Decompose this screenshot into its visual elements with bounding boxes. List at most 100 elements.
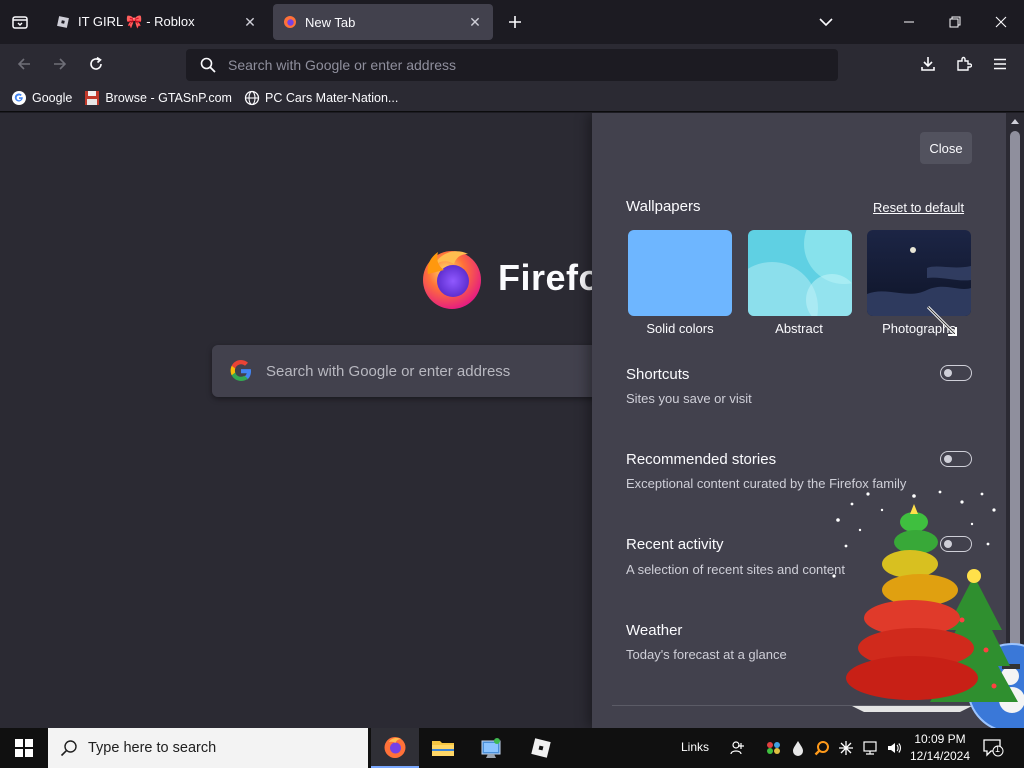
notification-count: 1 [995, 744, 1001, 754]
plus-icon [509, 16, 521, 28]
shortcuts-title: Shortcuts [626, 366, 690, 383]
panel-divider [612, 705, 986, 706]
notification-icon [983, 739, 1004, 757]
forward-button[interactable] [48, 52, 72, 76]
windows-logo-icon [15, 739, 33, 757]
minimize-button[interactable] [895, 8, 923, 36]
close-icon [995, 16, 1007, 28]
firefox-icon [384, 737, 406, 758]
bookmark-gtasnp[interactable]: Browse - GTASnP.com [84, 90, 232, 106]
tab-title: New Tab [305, 14, 356, 30]
hamburger-menu-icon [994, 58, 1006, 70]
volume-icon[interactable] [884, 738, 904, 758]
wallpaper-abstract[interactable] [748, 230, 852, 316]
windows-taskbar: Type here to search Links 10:09 PM 12/14… [0, 728, 1024, 768]
address-bar-placeholder: Search with Google or enter address [228, 57, 457, 73]
reset-to-default-link[interactable]: Reset to default [873, 200, 964, 215]
tab-roblox[interactable]: IT GIRL 🎀 - Roblox ✕ [46, 4, 268, 40]
back-arrow-icon [17, 58, 30, 70]
control-panel-icon [481, 738, 501, 758]
taskbar-firefox[interactable] [371, 728, 419, 768]
firefox-icon [284, 16, 296, 28]
weather-subtitle: Today's forecast at a glance [626, 647, 787, 662]
back-button[interactable] [12, 52, 36, 76]
tab-overflow-button[interactable] [812, 8, 840, 36]
bookmark-label: Google [32, 90, 73, 105]
people-icon[interactable] [728, 738, 748, 758]
bookmark-pc-cars[interactable]: PC Cars Mater-Nation... [244, 90, 398, 106]
restore-icon [949, 16, 961, 28]
droplet-icon[interactable] [788, 738, 808, 758]
close-tab-icon[interactable]: ✕ [467, 14, 483, 30]
forward-arrow-icon [54, 58, 67, 70]
window-close-button[interactable] [987, 8, 1015, 36]
floppy-icon [84, 90, 100, 106]
puzzle-piece-icon [957, 56, 972, 71]
recent-activity-toggle[interactable] [940, 536, 972, 552]
firefox-logo-icon [423, 251, 481, 309]
roblox-icon [57, 16, 69, 28]
list-all-tabs-button[interactable] [8, 10, 32, 34]
wallpaper-solid-colors[interactable] [628, 230, 732, 316]
address-bar[interactable]: Search with Google or enter address [186, 49, 838, 81]
system-clock[interactable]: 10:09 PM 12/14/2024 [906, 731, 974, 765]
app-menu-button[interactable] [988, 52, 1012, 76]
wallpapers-heading: Wallpapers [626, 198, 701, 215]
weather-title: Weather [626, 622, 683, 639]
start-button[interactable] [0, 728, 48, 768]
minimize-icon [904, 21, 914, 23]
page-scrollbar[interactable] [1006, 113, 1024, 728]
gadgets-icon[interactable] [764, 738, 784, 758]
restore-button[interactable] [941, 8, 969, 36]
recent-activity-subtitle: A selection of recent sites and content [626, 562, 845, 577]
new-tab-button[interactable] [503, 10, 527, 34]
recommended-stories-toggle[interactable] [940, 451, 972, 467]
scroll-up-arrow-icon[interactable] [1011, 119, 1019, 124]
wallpaper-label: Solid colors [646, 321, 714, 336]
customize-panel: Close Wallpapers Reset to default Solid … [592, 113, 1006, 728]
google-g-icon [11, 90, 27, 106]
new-tab-page: Firefox Search with Google or enter addr… [0, 113, 1024, 728]
taskbar-search-box[interactable]: Type here to search [48, 728, 368, 768]
tab-title: IT GIRL 🎀 - Roblox [78, 14, 195, 29]
clock-date: 12/14/2024 [909, 749, 971, 763]
search-icon [60, 740, 77, 757]
magnifier-tray-icon[interactable] [812, 738, 832, 758]
close-button[interactable]: Close [920, 132, 972, 164]
recommended-stories-subtitle: Exceptional content curated by the Firef… [626, 476, 907, 491]
tab-new-tab[interactable]: New Tab ✕ [273, 4, 493, 40]
wallpaper-photographs[interactable] [867, 230, 971, 316]
bookmark-label: PC Cars Mater-Nation... [264, 90, 399, 105]
clock-time: 10:09 PM [914, 732, 966, 746]
roblox-icon [531, 738, 551, 758]
recent-activity-title: Recent activity [626, 536, 724, 553]
recommended-stories-title: Recommended stories [626, 451, 777, 468]
navigation-toolbar: Search with Google or enter address [0, 44, 1024, 84]
links-toolbar[interactable]: Links [681, 740, 709, 754]
bookmark-label: Browse - GTASnP.com [105, 90, 232, 105]
snowflake-icon[interactable] [836, 738, 856, 758]
reload-button[interactable] [84, 52, 108, 76]
shortcuts-subtitle: Sites you save or visit [626, 391, 752, 406]
taskbar-search-placeholder: Type here to search [88, 740, 217, 756]
downloads-button[interactable] [916, 52, 940, 76]
tab-strip: IT GIRL 🎀 - Roblox ✕ New Tab ✕ [0, 0, 1024, 44]
globe-icon [244, 90, 260, 106]
reload-icon [90, 56, 102, 70]
google-g-icon [230, 360, 251, 381]
chevron-down-icon [819, 18, 833, 27]
shortcuts-toggle[interactable] [940, 365, 972, 381]
scrollbar-thumb[interactable] [1010, 131, 1020, 725]
bookmarks-toolbar: Google Browse - GTASnP.com PC Cars Mater… [0, 84, 1024, 112]
extensions-button[interactable] [952, 52, 976, 76]
bookmark-google[interactable]: Google [11, 90, 72, 106]
taskbar-file-explorer[interactable] [419, 728, 467, 768]
notification-center-button[interactable]: 1 [982, 738, 1004, 758]
taskbar-roblox[interactable] [517, 728, 565, 768]
search-icon [200, 57, 216, 73]
taskbar-control-panel[interactable] [467, 728, 515, 768]
page-search-placeholder: Search with Google or enter address [266, 362, 511, 380]
network-icon[interactable] [860, 738, 880, 758]
close-tab-icon[interactable]: ✕ [242, 14, 258, 30]
mouse-cursor-icon [926, 305, 958, 337]
